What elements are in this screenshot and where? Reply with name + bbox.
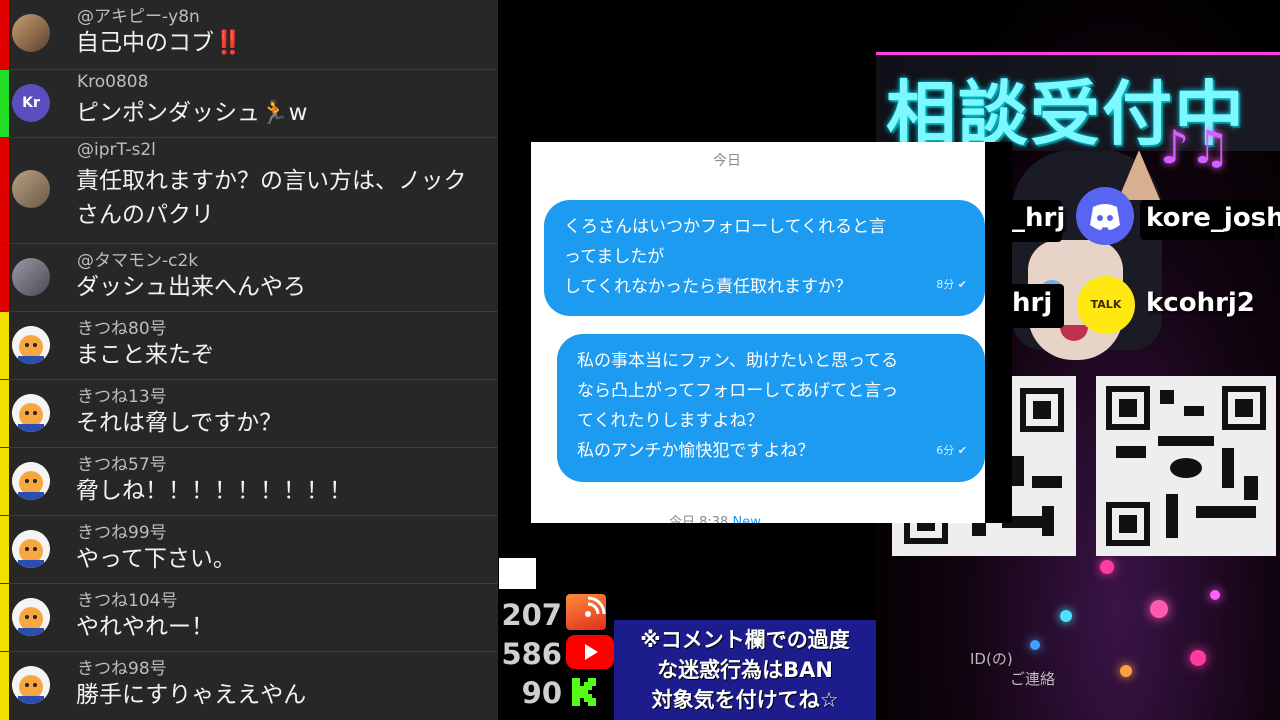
comment-username: きつね57号: [77, 455, 167, 475]
sparkle-decoration: [1190, 650, 1206, 666]
viewer-count: 90: [521, 676, 562, 710]
fox-avatar: [12, 598, 50, 636]
comment-username: きつね104号: [77, 591, 178, 611]
comment-message: それは脅しですか？: [76, 410, 283, 436]
message-line: てくれたりしますよね？: [577, 411, 764, 431]
discord-handle: kore_joshi: [1146, 203, 1280, 233]
dm-card-edge: [985, 142, 1012, 523]
comment-row: きつね80号 まこと来たぞ: [0, 312, 498, 380]
comment-color-bar: [0, 448, 9, 515]
photo-avatar: [12, 14, 50, 52]
sparkle-decoration: [1150, 600, 1168, 618]
notice-line: 対象気を付けてね☆: [651, 688, 839, 712]
comment-color-bar: [0, 70, 9, 137]
comment-row: きつね104号 やれやれー！: [0, 584, 498, 652]
comment-username: @iprT-s2l: [77, 140, 156, 160]
comment-color-bar: [0, 312, 9, 379]
message-bubble: くろさんはいつかフォローしてくれると言 ってましたが してくれなかったら責任取れ…: [544, 200, 985, 316]
comment-message: やれやれー！: [76, 614, 214, 640]
comment-username: きつね13号: [77, 387, 167, 407]
dm-date-label: 今日: [713, 153, 741, 169]
comment-row: @タマモン-c2k ダッシュ出来へんやろ: [0, 244, 498, 312]
comment-color-bar: [0, 138, 9, 243]
fox-avatar: [12, 326, 50, 364]
sparkle-decoration: [1210, 590, 1220, 600]
fox-avatar: [12, 462, 50, 500]
fox-avatar: [12, 530, 50, 568]
discord-partial-handle: _hrj: [1012, 203, 1066, 233]
message-line: 私の事本当にファン、助けたいと思ってる: [577, 351, 899, 371]
comment-message: 責任取れますか？の言い方は、ノックさんのパクリ: [76, 168, 467, 228]
sparkle-decoration: [1100, 560, 1114, 574]
comment-message: ダッシュ出来へんやろ: [76, 274, 306, 300]
comment-username: @タマモン-c2k: [77, 251, 199, 271]
comment-message: 勝手にすりゃええやん: [76, 682, 307, 708]
viewer-count: 207: [501, 598, 562, 632]
youtube-icon: [566, 635, 614, 669]
comment-username: @アキピー-y8n: [77, 7, 200, 27]
comment-message: ピンポンダッシュ🏃w: [76, 100, 308, 126]
fox-avatar: [12, 394, 50, 432]
talk-handle: kcohrj2: [1146, 288, 1255, 318]
message-timestamp: 8分 ✔: [936, 278, 967, 291]
comment-row: きつね57号 脅しね！！！！！！！！！: [0, 448, 498, 516]
contact-text: ご連絡: [1010, 670, 1056, 688]
comment-username: きつね99号: [77, 523, 167, 543]
comment-row: @アキピー-y8n 自己中のコブ‼️: [0, 0, 498, 70]
comment-row: @iprT-s2l 責任取れますか？の言い方は、ノックさんのパクリ: [0, 138, 498, 244]
qr-code: [1096, 376, 1276, 556]
comment-message: 脅しね！！！！！！！！！: [76, 478, 352, 504]
discord-icon: [1076, 187, 1134, 245]
comment-message: 自己中のコブ‼️: [76, 30, 243, 56]
comment-color-bar: [0, 0, 9, 69]
blank-box: [499, 558, 536, 589]
comment-message: まこと来たぞ: [76, 342, 214, 368]
music-note-icon: ♪♫: [1160, 120, 1231, 174]
message-timestamp: 6分 ✔: [936, 444, 967, 457]
photo-avatar: [12, 170, 50, 208]
new-badge: New: [732, 515, 761, 523]
sparkle-decoration: [1060, 610, 1072, 622]
comment-row: Kr Kro0808 ピンポンダッシュ🏃w: [0, 70, 498, 138]
message-line: してくれなかったら責任取れますか？: [564, 277, 852, 297]
comment-row: きつね98号 勝手にすりゃええやん: [0, 652, 498, 720]
contact-text: ID(の): [970, 650, 1013, 668]
comment-color-bar: [0, 380, 9, 447]
notice-box: ※コメント欄での過度 な迷惑行為はBAN 対象気を付けてね☆: [614, 620, 876, 720]
comment-color-bar: [0, 584, 9, 651]
talk-partial-handle: hrj: [1012, 288, 1053, 318]
kick-icon: [566, 674, 606, 710]
comment-row: きつね99号 やって下さい。: [0, 516, 498, 584]
dm-footer-time: 今日 8:38: [669, 515, 729, 523]
notice-line: ※コメント欄での過度: [640, 628, 850, 652]
comment-panel: @アキピー-y8n 自己中のコブ‼️ Kr Kro0808 ピンポンダッシュ🏃w…: [0, 0, 498, 720]
fox-avatar: [12, 666, 50, 704]
photo-avatar: [12, 258, 50, 296]
message-bubble: 私の事本当にファン、助けたいと思ってる なら凸上がってフォローしてあげてと言っ …: [557, 334, 985, 482]
comment-color-bar: [0, 652, 9, 720]
notice-line: な迷惑行為はBAN: [657, 658, 833, 682]
viewer-count: 586: [501, 637, 562, 671]
dm-footer: 今日 8:38 New: [669, 511, 761, 523]
comment-message: やって下さい。: [76, 546, 236, 572]
comment-row: きつね13号 それは脅しですか？: [0, 380, 498, 448]
kakaotalk-icon: TALK: [1077, 276, 1135, 334]
comment-username: きつね80号: [77, 319, 167, 339]
broadcast-icon: [566, 594, 606, 630]
message-line: くろさんはいつかフォローしてくれると言: [564, 217, 886, 237]
message-line: なら凸上がってフォローしてあげてと言っ: [577, 381, 899, 401]
message-line: ってましたが: [564, 247, 665, 267]
initials-avatar: Kr: [12, 84, 50, 122]
message-line: 私のアンチか愉快犯ですよね？: [577, 441, 815, 461]
comment-color-bar: [0, 516, 9, 583]
sparkle-decoration: [1120, 665, 1132, 677]
comment-username: Kro0808: [77, 72, 149, 92]
comment-color-bar: [0, 244, 9, 311]
comment-username: きつね98号: [77, 659, 167, 679]
sparkle-decoration: [1030, 640, 1040, 650]
dm-screenshot: 今日 くろさんはいつかフォローしてくれると言 ってましたが してくれなかったら責…: [531, 142, 985, 523]
